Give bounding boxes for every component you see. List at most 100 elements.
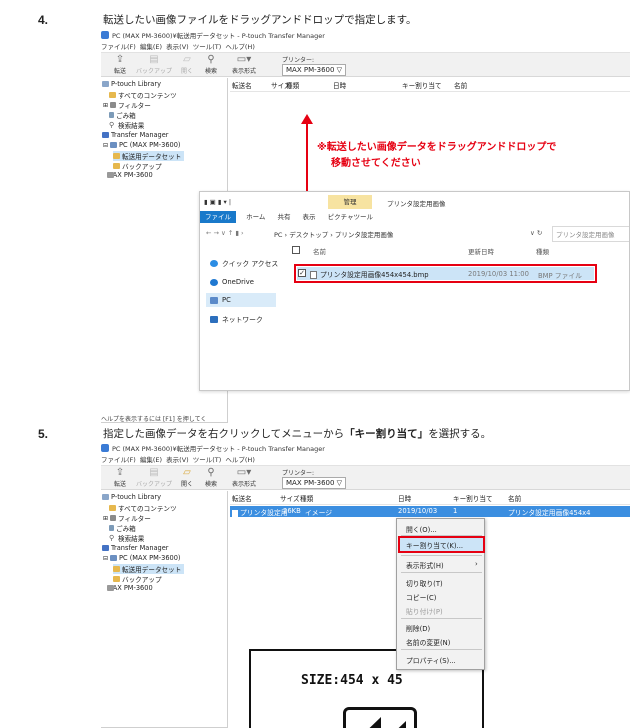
ribbon-tab-file[interactable]: ファイル: [200, 211, 236, 223]
nav-onedrive[interactable]: OneDrive: [210, 278, 254, 286]
menu-file[interactable]: ファイル(F): [101, 456, 136, 464]
transfer-icon: ⇪: [115, 467, 125, 478]
ctx-cut[interactable]: 切り取り(T): [406, 578, 443, 588]
transfer-button[interactable]: ⇪ 転送: [109, 467, 131, 488]
column-type[interactable]: 種類: [300, 493, 313, 503]
ctx-paste[interactable]: 貼り付け(P): [406, 606, 443, 616]
column-size[interactable]: サイズ: [280, 493, 300, 503]
address-bar[interactable]: PC › デスクトップ › プリンタ設定用画像: [274, 229, 393, 239]
row-transfer-name: プリンタ設定用: [232, 507, 288, 517]
tree-item-trash[interactable]: ごみ箱: [109, 523, 136, 533]
printer-select[interactable]: MAX PM-3600 ▽: [282, 477, 347, 489]
tree-item-trash[interactable]: ごみ箱: [109, 110, 136, 120]
ctx-delete[interactable]: 削除(D): [406, 623, 430, 633]
nav-quick-access[interactable]: クイック アクセス: [210, 258, 278, 268]
tree-item-printer[interactable]: MAX PM-3600: [107, 171, 153, 179]
column-key-assignment[interactable]: キー割り当て: [402, 80, 442, 90]
trash-icon: [109, 525, 114, 531]
manage-tab[interactable]: 管理: [328, 195, 372, 209]
ctx-open[interactable]: 開く(O)...: [406, 524, 437, 534]
search-button[interactable]: ⚲ 検索: [201, 54, 221, 75]
column-key-assignment[interactable]: キー割り当て: [453, 493, 493, 503]
menu-file[interactable]: ファイル(F): [101, 43, 136, 51]
ribbon-tab-picture-tools[interactable]: ピクチャツール: [328, 213, 373, 221]
column-type[interactable]: 種類: [536, 246, 549, 256]
tree-item-backup[interactable]: バックアップ: [113, 574, 162, 584]
nav-buttons[interactable]: ← → ∨ ↑ ▮ ›: [206, 229, 244, 237]
view-mode-button[interactable]: ▭▾ 表示形式: [227, 467, 261, 488]
list-header: 転送名 サイズ 種類 日時 キー割り当て 名前: [230, 493, 630, 505]
tree-item-filter[interactable]: ⊞ フィルター: [103, 513, 151, 524]
nav-pc[interactable]: PC: [210, 296, 231, 304]
menu-edit[interactable]: 編集(E): [140, 43, 162, 51]
backup-button[interactable]: ▤ バックアップ: [136, 54, 172, 75]
column-modified[interactable]: 更新日時: [468, 246, 494, 256]
header-checkbox[interactable]: [292, 246, 300, 254]
printer-select[interactable]: MAX PM-3600 ▽: [282, 64, 347, 76]
tree-item-all-contents[interactable]: すべてのコンテンツ: [109, 503, 177, 513]
ctx-properties[interactable]: プロパティ(S)...: [406, 655, 456, 665]
view-mode-button[interactable]: ▭▾ 表示形式: [227, 54, 261, 75]
column-date[interactable]: 日時: [333, 80, 346, 90]
column-transfer-name[interactable]: 転送名: [232, 493, 252, 503]
column-name[interactable]: 名前: [508, 493, 521, 503]
filter-icon: [110, 102, 117, 108]
ribbon-tab-view[interactable]: 表示: [303, 213, 316, 221]
ctx-rename[interactable]: 名前の変更(N): [406, 637, 450, 647]
column-name[interactable]: 名前: [454, 80, 467, 90]
tree-item-transfer-manager[interactable]: Transfer Manager: [102, 544, 169, 552]
context-menu: 開く(O)... キー割り当て(K)... 表示形式(H) › 切り取り(T) …: [396, 518, 485, 670]
transfer-manager-icon: [102, 132, 109, 138]
column-type[interactable]: 種類: [286, 80, 299, 90]
tree-item-transfer-dataset[interactable]: 転送用データセット: [113, 151, 185, 161]
open-button[interactable]: ▱ 開く: [177, 54, 197, 75]
expand-icon: ⊞: [103, 101, 109, 109]
column-name[interactable]: 名前: [313, 246, 326, 256]
collapse-icon: ⊟: [103, 141, 109, 149]
expand-icon: ⊞: [103, 514, 109, 522]
window-title: PC (MAX PM-3600)¥転送用データセット - P-touch Tra…: [101, 30, 325, 40]
tree-item-transfer-dataset[interactable]: 転送用データセット: [113, 564, 185, 574]
transfer-button[interactable]: ⇪ 転送: [109, 54, 131, 75]
refresh-icon[interactable]: ∨ ↻: [530, 229, 542, 237]
folder-icon: [113, 163, 120, 169]
tree-item-backup[interactable]: バックアップ: [113, 161, 162, 171]
tree-item-ptouch-library[interactable]: P-touch Library: [102, 493, 161, 501]
tree-item-pc[interactable]: ⊟ PC (MAX PM-3600): [103, 141, 181, 149]
ribbon-tab-home[interactable]: ホーム: [246, 213, 265, 221]
folder-open-icon: ▱: [183, 467, 191, 478]
search-icon: ⚲: [207, 54, 215, 65]
menu-view[interactable]: 表示(V): [166, 43, 189, 51]
tree-item-pc[interactable]: ⊟ PC (MAX PM-3600): [103, 554, 181, 562]
tree-item-filter[interactable]: ⊞ フィルター: [103, 100, 151, 111]
list-header: 転送名 サイズ 種類 日時 キー割り当て 名前: [230, 80, 630, 92]
file-highlight-box: [294, 264, 597, 283]
tree-item-transfer-manager[interactable]: Transfer Manager: [102, 131, 169, 139]
folder-tree: P-touch Library すべてのコンテンツ ⊞ フィルター ごみ箱 ⚲ 検索…: [101, 491, 228, 728]
search-box[interactable]: プリンタ設定用画像: [552, 226, 629, 242]
menu-edit[interactable]: 編集(E): [140, 456, 162, 464]
window-title: PC (MAX PM-3600)¥転送用データセット - P-touch Tra…: [101, 443, 325, 453]
column-date[interactable]: 日時: [398, 493, 411, 503]
ribbon-tab-share[interactable]: 共有: [277, 213, 290, 221]
nav-network[interactable]: ネットワーク: [210, 314, 263, 324]
search-icon: ⚲: [109, 121, 115, 129]
column-transfer-name[interactable]: 転送名: [232, 80, 252, 90]
tree-item-search-results[interactable]: ⚲ 検索結果: [109, 120, 144, 131]
tree-item-printer[interactable]: MAX PM-3600: [107, 584, 153, 592]
tree-item-ptouch-library[interactable]: P-touch Library: [102, 80, 161, 88]
search-button[interactable]: ⚲ 検索: [201, 467, 221, 488]
tree-item-search-results[interactable]: ⚲ 検索結果: [109, 533, 144, 544]
menu-tools[interactable]: ツール(T): [193, 456, 222, 464]
ctx-copy[interactable]: コピー(C): [406, 592, 436, 602]
tree-item-all-contents[interactable]: すべてのコンテンツ: [109, 90, 177, 100]
open-button[interactable]: ▱ 開く: [177, 467, 197, 488]
backup-button[interactable]: ▤ バックアップ: [136, 467, 172, 488]
menu-tools[interactable]: ツール(T): [193, 43, 222, 51]
menu-help[interactable]: ヘルプ(H): [225, 456, 254, 464]
menu-view[interactable]: 表示(V): [166, 456, 189, 464]
ctx-view-mode[interactable]: 表示形式(H): [406, 560, 444, 570]
filter-icon: [110, 515, 117, 521]
menu-help[interactable]: ヘルプ(H): [225, 43, 254, 51]
star-icon: [210, 259, 218, 267]
